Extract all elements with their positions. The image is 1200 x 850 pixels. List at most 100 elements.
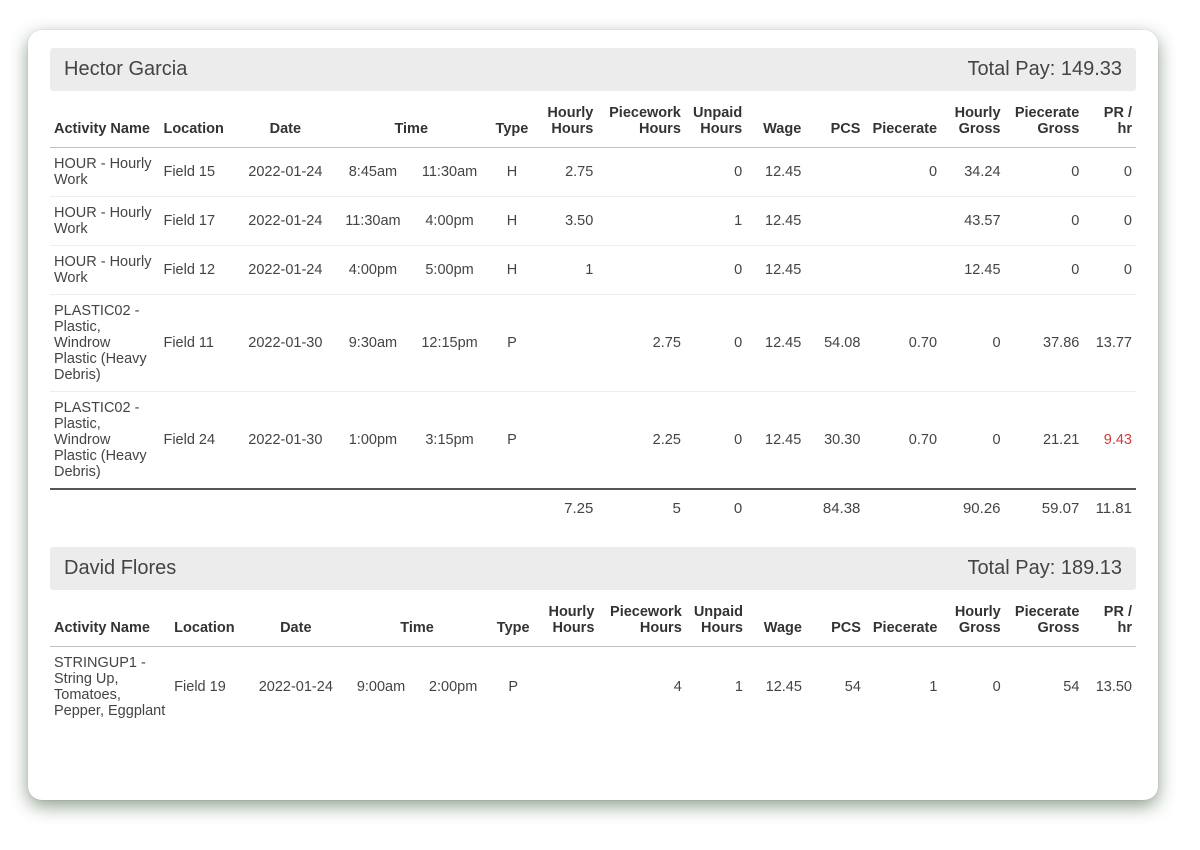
col-pr-hr: PR / hr [1083, 97, 1136, 148]
cell-type: H [488, 246, 536, 295]
col-date: Date [247, 596, 345, 647]
cell-hourly-gross: 0 [941, 295, 1004, 392]
employee-total-pay: Total Pay: 189.13 [967, 557, 1122, 580]
col-date: Date [236, 97, 335, 148]
col-time: Time [345, 596, 489, 647]
col-wage: Wage [747, 596, 806, 647]
cell-activity: HOUR - Hourly Work [50, 246, 159, 295]
cell-wage: 12.45 [746, 392, 805, 490]
cell-unpaid-hours: 0 [685, 148, 746, 197]
cell-hourly-hours [536, 295, 597, 392]
employee-header: David Flores Total Pay: 189.13 [50, 547, 1136, 590]
table-row: HOUR - Hourly Work Field 17 2022-01-24 1… [50, 197, 1136, 246]
col-wage: Wage [746, 97, 805, 148]
cell-hourly-hours: 2.75 [536, 148, 597, 197]
col-hourly-gross: Hourly Gross [941, 97, 1004, 148]
cell-time-start: 11:30am [335, 197, 412, 246]
cell-piecework-hours [597, 246, 685, 295]
cell-time-end: 12:15pm [411, 295, 488, 392]
col-hourly-hours: Hourly Hours [536, 97, 597, 148]
cell-time-start: 8:45am [335, 148, 412, 197]
cell-piecework-hours: 2.75 [597, 295, 685, 392]
col-piecework-hours: Piecework Hours [598, 596, 685, 647]
col-location: Location [170, 596, 246, 647]
total-unpaid-hours: 0 [685, 489, 746, 531]
cell-piecerate-gross: 0 [1005, 148, 1084, 197]
cell-time-start: 9:00am [345, 647, 417, 728]
cell-unpaid-hours: 1 [686, 647, 747, 728]
cell-hourly-hours [537, 647, 598, 728]
cell-pcs: 54 [806, 647, 865, 728]
cell-type: P [488, 295, 536, 392]
cell-location: Field 15 [159, 148, 236, 197]
cell-location: Field 12 [159, 246, 236, 295]
table-totals: 7.25 5 0 84.38 90.26 59.07 11.81 [50, 489, 1136, 531]
cell-date: 2022-01-24 [236, 246, 335, 295]
col-activity: Activity Name [50, 596, 170, 647]
activity-table: Activity Name Location Date Time Type Ho… [50, 97, 1136, 531]
cell-wage: 12.45 [747, 647, 806, 728]
total-pay-label: Total Pay: [967, 58, 1055, 80]
col-piecerate: Piecerate [864, 97, 941, 148]
cell-piecerate-gross: 37.86 [1005, 295, 1084, 392]
col-type: Type [489, 596, 537, 647]
cell-piecerate-gross: 21.21 [1005, 392, 1084, 490]
col-activity: Activity Name [50, 97, 159, 148]
cell-time-end: 11:30am [411, 148, 488, 197]
cell-hourly-hours: 1 [536, 246, 597, 295]
cell-activity: HOUR - Hourly Work [50, 148, 159, 197]
table-row: HOUR - Hourly Work Field 12 2022-01-24 4… [50, 246, 1136, 295]
total-piecerate-gross: 59.07 [1005, 489, 1084, 531]
cell-time-end: 4:00pm [411, 197, 488, 246]
table-row: PLASTIC02 - Plastic, Windrow Plastic (He… [50, 295, 1136, 392]
employee-header: Hector Garcia Total Pay: 149.33 [50, 48, 1136, 91]
cell-time-start: 9:30am [335, 295, 412, 392]
cell-pcs [805, 246, 864, 295]
total-piecework-hours: 5 [597, 489, 685, 531]
cell-type: P [488, 392, 536, 490]
col-piecework-hours: Piecework Hours [597, 97, 685, 148]
col-type: Type [488, 97, 536, 148]
cell-piecerate: 0 [864, 148, 941, 197]
cell-time-end: 3:15pm [411, 392, 488, 490]
cell-hourly-hours: 3.50 [536, 197, 597, 246]
cell-activity: PLASTIC02 - Plastic, Windrow Plastic (He… [50, 295, 159, 392]
activity-table: Activity Name Location Date Time Type Ho… [50, 596, 1136, 727]
col-location: Location [159, 97, 236, 148]
employee-name: David Flores [64, 557, 176, 580]
table-row: STRINGUP1 - String Up, Tomatoes, Pepper,… [50, 647, 1136, 728]
cell-pr-hr: 13.77 [1083, 295, 1136, 392]
cell-time-start: 4:00pm [335, 246, 412, 295]
cell-pr-hr: 9.43 [1083, 392, 1136, 490]
cell-date: 2022-01-30 [236, 295, 335, 392]
table-header: Activity Name Location Date Time Type Ho… [50, 596, 1136, 647]
cell-pr-hr: 0 [1083, 197, 1136, 246]
total-pay-value: 189.13 [1061, 557, 1122, 579]
col-unpaid-hours: Unpaid Hours [686, 596, 747, 647]
col-hourly-gross: Hourly Gross [941, 596, 1004, 647]
cell-date: 2022-01-24 [247, 647, 345, 728]
total-pay-value: 149.33 [1061, 58, 1122, 80]
cell-activity: PLASTIC02 - Plastic, Windrow Plastic (He… [50, 392, 159, 490]
cell-type: H [488, 148, 536, 197]
col-piecerate: Piecerate [865, 596, 941, 647]
cell-piecerate-gross: 0 [1005, 197, 1084, 246]
cell-hourly-gross: 43.57 [941, 197, 1004, 246]
cell-piecerate: 1 [865, 647, 941, 728]
col-time: Time [335, 97, 488, 148]
cell-piecerate [864, 246, 941, 295]
cell-date: 2022-01-24 [236, 148, 335, 197]
col-unpaid-hours: Unpaid Hours [685, 97, 746, 148]
table-row: PLASTIC02 - Plastic, Windrow Plastic (He… [50, 392, 1136, 490]
cell-wage: 12.45 [746, 197, 805, 246]
cell-piecerate-gross: 54 [1005, 647, 1084, 728]
col-pr-hr: PR / hr [1083, 596, 1136, 647]
total-hourly-hours: 7.25 [536, 489, 597, 531]
cell-piecerate: 0.70 [864, 392, 941, 490]
cell-pcs [805, 148, 864, 197]
cell-piecerate: 0.70 [864, 295, 941, 392]
cell-type: H [488, 197, 536, 246]
cell-activity: HOUR - Hourly Work [50, 197, 159, 246]
cell-piecerate-gross: 0 [1005, 246, 1084, 295]
cell-hourly-gross: 34.24 [941, 148, 1004, 197]
